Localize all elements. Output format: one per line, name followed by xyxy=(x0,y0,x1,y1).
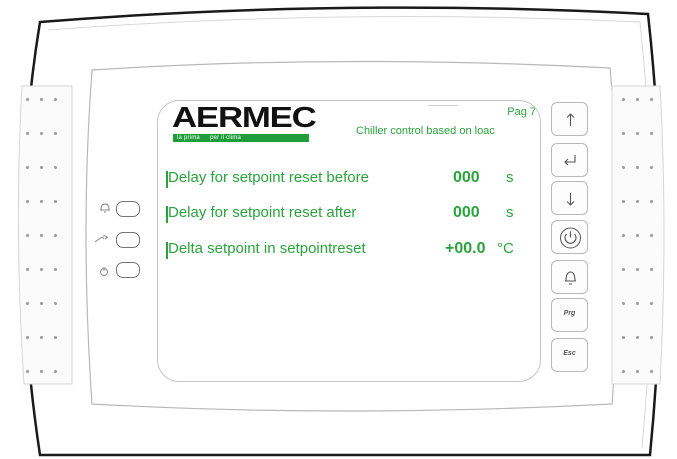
speaker-dot xyxy=(54,336,57,339)
arrow-down-icon xyxy=(566,193,575,206)
speaker-dot xyxy=(650,268,653,271)
speaker-dot xyxy=(54,166,57,169)
speaker-dot xyxy=(622,336,625,339)
parameter-value[interactable]: +00.0 xyxy=(445,240,485,258)
speaker-dot xyxy=(636,132,639,135)
header-divider xyxy=(428,105,458,106)
power-led xyxy=(116,262,140,278)
speaker-dot xyxy=(636,98,639,101)
down-arrow-key[interactable] xyxy=(551,181,588,215)
prg-label: Prg xyxy=(563,310,576,317)
bell-icon xyxy=(565,271,576,285)
speaker-dot xyxy=(26,234,29,237)
speaker-dot xyxy=(26,98,29,101)
speaker-dot xyxy=(40,302,43,305)
speaker-dot xyxy=(636,166,639,169)
speaker-dot xyxy=(636,336,639,339)
parameter-row[interactable]: Delta setpoint in setpointreset +00.0 °C xyxy=(166,239,538,261)
speaker-dot xyxy=(54,234,57,237)
alarm-led xyxy=(116,201,140,217)
speaker-dot xyxy=(54,268,57,271)
parameter-label: Delay for setpoint reset after xyxy=(168,204,357,221)
speaker-dot xyxy=(622,370,625,373)
enter-icon xyxy=(564,155,576,166)
slogan-part-1: la prima xyxy=(177,135,200,141)
speaker-dot xyxy=(650,200,653,203)
speaker-dot xyxy=(636,302,639,305)
esc-label: Esc xyxy=(563,350,576,357)
parameter-value[interactable]: 000 xyxy=(453,204,480,222)
speaker-dot xyxy=(622,200,625,203)
service-led xyxy=(116,232,140,248)
speaker-dot xyxy=(650,336,653,339)
speaker-dot xyxy=(650,98,653,101)
speaker-dot xyxy=(622,132,625,135)
esc-key[interactable]: Esc xyxy=(551,338,588,372)
speaker-dot xyxy=(26,166,29,169)
logo-slogan: la prima per il clima xyxy=(177,134,241,142)
speaker-dot xyxy=(650,166,653,169)
speaker-dot xyxy=(26,268,29,271)
speaker-dot xyxy=(622,302,625,305)
power-icon xyxy=(560,227,581,249)
arrow-up-icon xyxy=(566,113,575,126)
prg-key[interactable]: Prg xyxy=(551,298,588,332)
aermec-logo: AERMEC la prima per il clima xyxy=(171,104,317,150)
speaker-dot xyxy=(40,234,43,237)
speaker-dot xyxy=(40,268,43,271)
speaker-dot xyxy=(54,370,57,373)
parameter-row[interactable]: Delay for setpoint reset after 000 s xyxy=(166,203,538,225)
page-number: Pag 7 xyxy=(507,106,536,118)
speaker-dot xyxy=(26,200,29,203)
speaker-dot xyxy=(636,234,639,237)
speaker-dot xyxy=(650,302,653,305)
speaker-dot xyxy=(54,132,57,135)
speaker-dot xyxy=(40,98,43,101)
parameter-label: Delay for setpoint reset before xyxy=(168,169,369,186)
controller-panel: AERMEC la prima per il clima Pag 7 Chille… xyxy=(0,0,677,459)
speaker-dot xyxy=(26,132,29,135)
speaker-dot xyxy=(40,166,43,169)
enter-key[interactable] xyxy=(551,143,588,177)
speaker-dot xyxy=(26,370,29,373)
parameter-row[interactable]: Delay for setpoint reset before 000 s xyxy=(166,168,538,190)
speaker-dot xyxy=(40,336,43,339)
speaker-dot xyxy=(54,200,57,203)
speaker-dot xyxy=(40,200,43,203)
speaker-dot xyxy=(622,234,625,237)
speaker-dot xyxy=(26,302,29,305)
logo-wordmark: AERMEC xyxy=(172,102,317,134)
wrench-icon xyxy=(94,235,109,243)
parameter-value[interactable]: 000 xyxy=(453,169,480,187)
speaker-dot xyxy=(622,166,625,169)
speaker-dot xyxy=(650,234,653,237)
speaker-dot xyxy=(650,132,653,135)
speaker-dot xyxy=(26,336,29,339)
speaker-dot xyxy=(54,302,57,305)
speaker-dot xyxy=(40,132,43,135)
speaker-dot xyxy=(54,98,57,101)
parameter-unit: °C xyxy=(497,240,514,257)
power-icon xyxy=(100,267,108,276)
slogan-part-2: per il clima xyxy=(209,135,242,141)
parameter-label: Delta setpoint in setpointreset xyxy=(168,240,366,257)
speaker-dot xyxy=(650,370,653,373)
speaker-dot xyxy=(40,370,43,373)
power-key[interactable] xyxy=(551,220,588,254)
lcd-screen: AERMEC la prima per il clima Pag 7 Chille… xyxy=(157,100,541,382)
page-subtitle: Chiller control based on loac xyxy=(356,125,495,137)
parameter-unit: s xyxy=(506,169,514,186)
speaker-dot xyxy=(636,268,639,271)
speaker-dot xyxy=(636,200,639,203)
speaker-dot xyxy=(622,268,625,271)
bell-icon xyxy=(100,203,110,213)
speaker-dot xyxy=(636,370,639,373)
speaker-dot xyxy=(622,98,625,101)
alarm-key[interactable] xyxy=(551,260,588,294)
up-arrow-key[interactable] xyxy=(551,102,588,136)
parameter-unit: s xyxy=(506,204,514,221)
